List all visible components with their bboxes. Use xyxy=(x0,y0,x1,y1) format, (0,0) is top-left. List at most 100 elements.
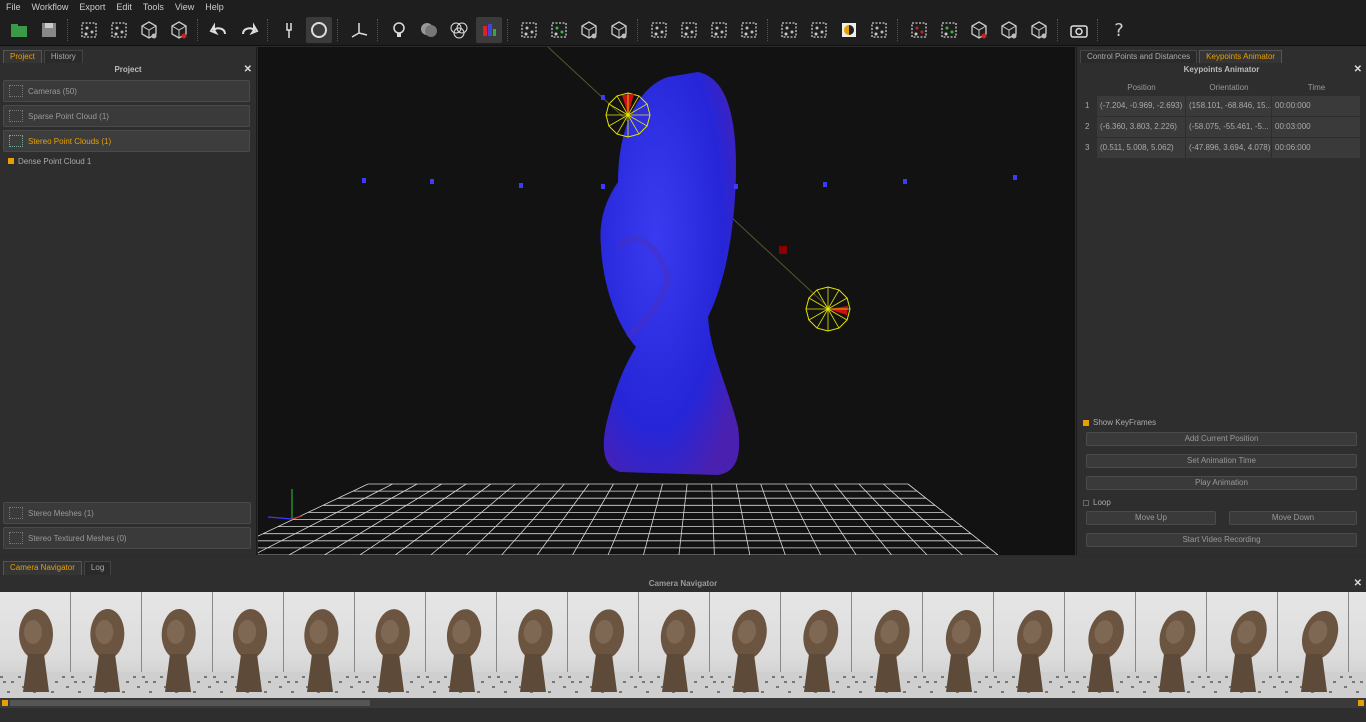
camera-thumbnail[interactable] xyxy=(1136,592,1207,698)
sparse-cloud-button[interactable] xyxy=(76,17,102,43)
scroll-left-arrow[interactable] xyxy=(2,700,8,706)
play-animation-button[interactable]: Play Animation xyxy=(1086,476,1357,490)
tree-item-textured-meshes[interactable]: Stereo Textured Meshes (0) xyxy=(3,527,251,549)
camera-thumbnail[interactable] xyxy=(497,592,568,698)
show-keyframes-toggle[interactable]: Show KeyFrames xyxy=(1083,418,1156,427)
camera-thumbnail[interactable] xyxy=(1349,592,1366,698)
filter-red-button[interactable] xyxy=(906,17,932,43)
menu-export[interactable]: Export xyxy=(79,2,105,12)
camera-thumbnail[interactable] xyxy=(852,592,923,698)
camera-thumbnail[interactable] xyxy=(426,592,497,698)
close-icon[interactable]: ✕ xyxy=(1354,63,1362,77)
show-keyframes-checkbox[interactable] xyxy=(1083,419,1089,426)
camera-button[interactable] xyxy=(1066,17,1092,43)
cell-position[interactable]: (0.511, 5.008, 5.062) xyxy=(1097,137,1186,158)
help-button[interactable]: ? xyxy=(1106,17,1132,43)
tab-keypoints-animator[interactable]: Keypoints Animator xyxy=(1199,50,1283,63)
menu-help[interactable]: Help xyxy=(205,2,224,12)
select-region-button[interactable] xyxy=(776,17,802,43)
tree-item-stereo-clouds[interactable]: Stereo Point Clouds (1) xyxy=(3,130,250,152)
scroll-thumb[interactable] xyxy=(10,700,370,706)
textured-mesh-button[interactable] xyxy=(166,17,192,43)
box-red-button[interactable] xyxy=(966,17,992,43)
open-project-button[interactable] xyxy=(6,17,32,43)
contrast-button[interactable] xyxy=(836,17,862,43)
box-grid-button[interactable] xyxy=(996,17,1022,43)
scroll-right-arrow[interactable] xyxy=(1358,700,1364,706)
visibility-checkbox[interactable] xyxy=(8,158,14,164)
square-3-button[interactable] xyxy=(736,17,762,43)
table-row[interactable]: 1 (-7.204, -0.969, -2.693) (158.101, -68… xyxy=(1085,95,1363,116)
cell-time[interactable]: 00:06:000 xyxy=(1272,137,1361,158)
close-icon[interactable]: ✕ xyxy=(244,63,252,77)
keyframe-camera-2[interactable] xyxy=(805,286,851,332)
cube-button[interactable] xyxy=(576,17,602,43)
camera-thumbnail[interactable] xyxy=(213,592,284,698)
color-mode-button[interactable] xyxy=(416,17,442,43)
move-region-button[interactable] xyxy=(806,17,832,43)
camera-thumbnail[interactable] xyxy=(781,592,852,698)
redo-button[interactable] xyxy=(236,17,262,43)
mesh-button[interactable] xyxy=(136,17,162,43)
cell-position[interactable]: (-6.360, 3.803, 2.226) xyxy=(1097,116,1186,137)
points-button[interactable] xyxy=(516,17,542,43)
set-animation-time-button[interactable]: Set Animation Time xyxy=(1086,454,1357,468)
cell-position[interactable]: (-7.204, -0.969, -2.693) xyxy=(1097,95,1186,116)
path-control-point[interactable] xyxy=(779,246,787,254)
add-current-position-button[interactable]: Add Current Position xyxy=(1086,432,1357,446)
tab-log[interactable]: Log xyxy=(83,561,112,575)
camera-thumbnail[interactable] xyxy=(1065,592,1136,698)
tree-item-stereo-meshes[interactable]: Stereo Meshes (1) xyxy=(3,502,251,524)
dense-cloud-button[interactable] xyxy=(106,17,132,43)
table-row[interactable]: 3 (0.511, 5.008, 5.062) (-47.896, 3.694,… xyxy=(1085,137,1363,158)
cell-time[interactable]: 00:00:000 xyxy=(1272,95,1361,116)
square-button[interactable] xyxy=(676,17,702,43)
move-down-button[interactable]: Move Down xyxy=(1229,511,1357,525)
start-video-recording-button[interactable]: Start Video Recording xyxy=(1086,533,1357,547)
tab-control-points[interactable]: Control Points and Distances xyxy=(1080,50,1198,63)
loop-checkbox[interactable] xyxy=(1083,499,1089,506)
camera-thumbnail[interactable] xyxy=(710,592,781,698)
tab-camera-navigator[interactable]: Camera Navigator xyxy=(3,561,82,575)
table-row[interactable]: 2 (-6.360, 3.803, 2.226) (-58.075, -55.4… xyxy=(1085,116,1363,137)
tab-history[interactable]: History xyxy=(43,50,83,63)
thumbnail-scrollbar[interactable] xyxy=(0,698,1366,708)
tool-button[interactable] xyxy=(276,17,302,43)
select-cam-button[interactable] xyxy=(646,17,672,43)
menu-file[interactable]: File xyxy=(6,2,21,12)
camera-thumbnail[interactable] xyxy=(284,592,355,698)
undo-button[interactable] xyxy=(206,17,232,43)
chart-button[interactable] xyxy=(476,16,502,43)
camera-thumbnail[interactable] xyxy=(639,592,710,698)
menu-edit[interactable]: Edit xyxy=(116,2,132,12)
camera-thumbnail[interactable] xyxy=(994,592,1065,698)
cube-wire-button[interactable] xyxy=(606,17,632,43)
loop-toggle[interactable]: Loop xyxy=(1083,498,1111,507)
keyframe-camera-1[interactable] xyxy=(605,92,651,138)
camera-thumbnail[interactable] xyxy=(0,592,71,698)
menu-workflow[interactable]: Workflow xyxy=(32,2,69,12)
camera-thumbnail[interactable] xyxy=(923,592,994,698)
rgb-button[interactable] xyxy=(446,17,472,43)
camera-thumbnail[interactable] xyxy=(355,592,426,698)
box-check-button[interactable] xyxy=(1026,17,1052,43)
crop-button[interactable] xyxy=(866,17,892,43)
square-2-button[interactable] xyxy=(706,17,732,43)
menu-tools[interactable]: Tools xyxy=(143,2,164,12)
axes-button[interactable] xyxy=(346,17,372,43)
points-green-button[interactable] xyxy=(546,17,572,43)
menu-view[interactable]: View xyxy=(175,2,194,12)
camera-thumbnail[interactable] xyxy=(1278,592,1349,698)
cell-orientation[interactable]: (-58.075, -55.461, -5... xyxy=(1186,116,1272,137)
camera-thumbnail[interactable] xyxy=(568,592,639,698)
dense-point-cloud[interactable] xyxy=(600,72,740,475)
tree-leaf-dense-cloud[interactable]: Dense Point Cloud 1 xyxy=(0,154,256,168)
cell-orientation[interactable]: (158.101, -68.846, 15... xyxy=(1186,95,1272,116)
tab-project[interactable]: Project xyxy=(3,50,42,63)
camera-thumbnail[interactable] xyxy=(1207,592,1278,698)
3d-viewport[interactable] xyxy=(258,47,1075,555)
orbit-button[interactable] xyxy=(306,16,332,43)
camera-thumbnail[interactable] xyxy=(142,592,213,698)
cell-orientation[interactable]: (-47.896, 3.694, 4.078) xyxy=(1186,137,1272,158)
camera-thumbnail[interactable] xyxy=(71,592,142,698)
